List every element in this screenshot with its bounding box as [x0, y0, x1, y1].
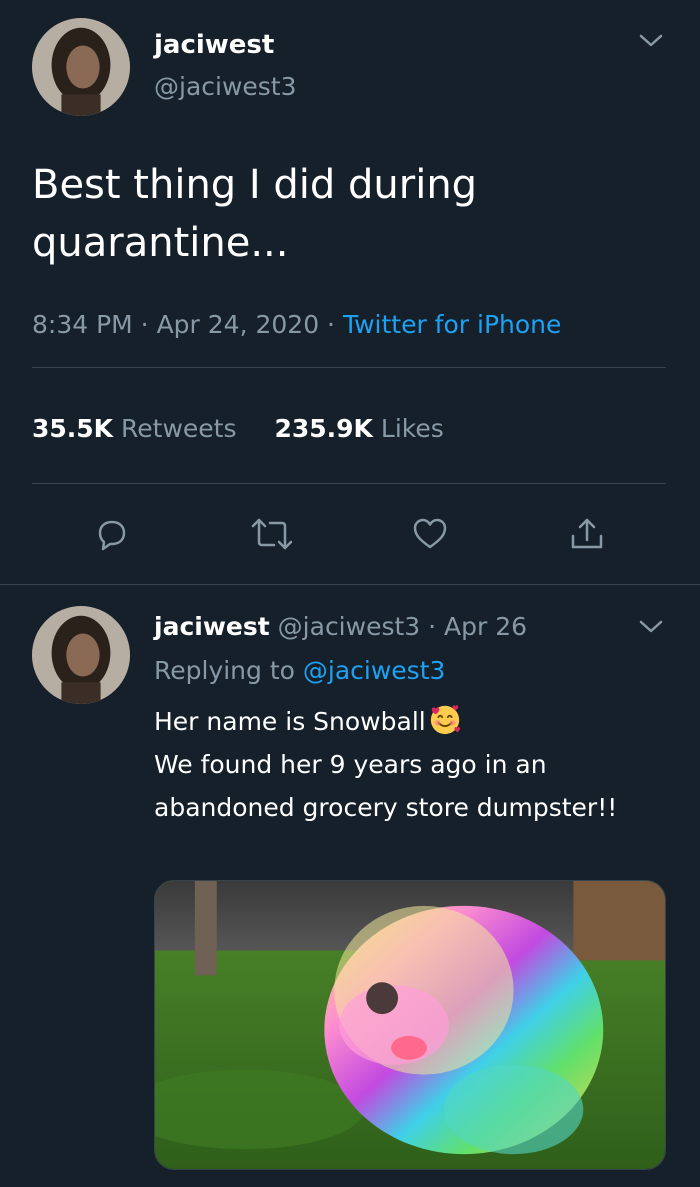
author-name[interactable]: jaciwest: [154, 30, 274, 60]
reply-text-line1: Her name is Snowball: [154, 707, 426, 736]
author-handle[interactable]: @jaciwest3: [154, 72, 297, 101]
tweet-text: Best thing I did during quarantine...: [32, 162, 478, 266]
likes-label: Likes: [380, 414, 444, 443]
replying-to-mention[interactable]: @jaciwest3: [303, 656, 446, 685]
retweets-label: Retweets: [121, 414, 237, 443]
avatar-photo: [32, 18, 130, 116]
tweet-source-link[interactable]: Twitter for iPhone: [343, 310, 561, 339]
smiling-face-with-hearts-emoji: [428, 702, 462, 736]
tweet-media-image[interactable]: [154, 880, 666, 1170]
divider: [32, 367, 666, 368]
reply-handle-date[interactable]: @jaciwest3 · Apr 26: [278, 612, 527, 641]
reply-author-name[interactable]: jaciwest: [154, 612, 270, 641]
tweet-timestamp[interactable]: 8:34 PM · Apr 24, 2020 ·: [32, 310, 343, 339]
retweet-icon[interactable]: [250, 512, 294, 556]
avatar-photo: [32, 606, 130, 704]
author-avatar[interactable]: [32, 18, 130, 116]
reply-icon[interactable]: [90, 512, 134, 556]
chevron-down-icon[interactable]: [638, 32, 664, 54]
tweet-stats: 35.5K Retweets 235.9K Likes: [32, 414, 444, 443]
chevron-down-icon[interactable]: [638, 618, 664, 640]
divider: [32, 483, 666, 484]
likes-stat[interactable]: 235.9K Likes: [274, 414, 443, 443]
tweet-meta: 8:34 PM · Apr 24, 2020 · Twitter for iPh…: [32, 310, 561, 339]
retweets-count: 35.5K: [32, 414, 114, 443]
reply-header: jaciwest @jaciwest3 · Apr 26: [154, 612, 527, 641]
share-icon[interactable]: [565, 512, 609, 556]
likes-count: 235.9K: [274, 414, 373, 443]
dog-photo: [155, 881, 665, 1169]
reply-text: Her name is Snowball We found her 9 year…: [154, 700, 654, 829]
divider: [0, 584, 700, 585]
replying-to-label: Replying to: [154, 656, 303, 685]
reply-author-avatar[interactable]: [32, 606, 130, 704]
reply-text-line2: We found her 9 years ago in an abandoned…: [154, 750, 618, 822]
replying-to: Replying to @jaciwest3: [154, 656, 445, 685]
retweets-stat[interactable]: 35.5K Retweets: [32, 414, 236, 443]
like-icon[interactable]: [408, 512, 452, 556]
